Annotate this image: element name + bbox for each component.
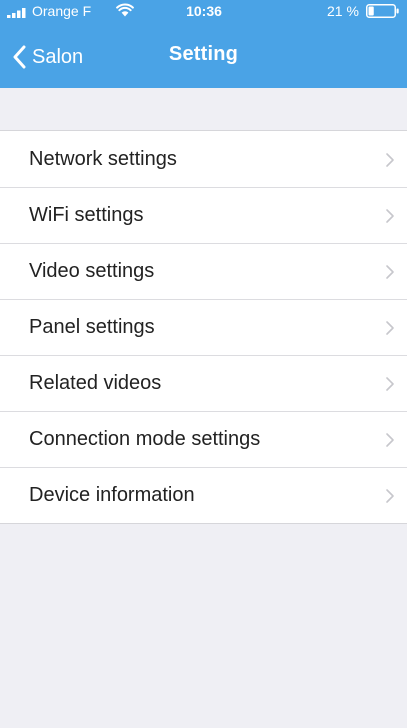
chevron-right-icon bbox=[386, 377, 394, 391]
settings-item-label: Related videos bbox=[29, 371, 162, 394]
navigation-bar: Salon Setting bbox=[0, 24, 407, 88]
settings-item-panel[interactable]: Panel settings bbox=[0, 299, 407, 355]
settings-item-video[interactable]: Video settings bbox=[0, 243, 407, 299]
settings-item-label: Panel settings bbox=[29, 315, 155, 338]
settings-item-label: Network settings bbox=[29, 147, 177, 170]
settings-item-device-information[interactable]: Device information bbox=[0, 467, 407, 523]
settings-item-connection-mode[interactable]: Connection mode settings bbox=[0, 411, 407, 467]
status-bar: Orange F 10:36 21 % bbox=[0, 0, 407, 24]
settings-item-label: Video settings bbox=[29, 259, 155, 282]
signal-bars-icon bbox=[7, 8, 26, 18]
wifi-icon bbox=[116, 3, 134, 17]
chevron-right-icon bbox=[386, 433, 394, 447]
header: Orange F 10:36 21 % Salon Setting bbox=[0, 0, 407, 88]
settings-item-label: Device information bbox=[29, 483, 195, 506]
battery-percentage: 21 % bbox=[327, 3, 359, 19]
battery-icon bbox=[366, 4, 399, 18]
chevron-right-icon bbox=[386, 265, 394, 279]
settings-item-related-videos[interactable]: Related videos bbox=[0, 355, 407, 411]
page-title: Setting bbox=[168, 43, 239, 65]
settings-list: Network settings WiFi settings Video set… bbox=[0, 130, 407, 524]
chevron-right-icon bbox=[386, 209, 394, 223]
clock: 10:36 bbox=[186, 3, 222, 19]
settings-item-label: WiFi settings bbox=[29, 203, 144, 226]
chevron-right-icon bbox=[386, 153, 394, 167]
chevron-right-icon bbox=[386, 489, 394, 503]
settings-item-network[interactable]: Network settings bbox=[0, 131, 407, 187]
carrier-name: Orange F bbox=[32, 3, 92, 19]
chevron-right-icon bbox=[386, 321, 394, 335]
settings-item-label: Connection mode settings bbox=[29, 427, 261, 450]
settings-item-wifi[interactable]: WiFi settings bbox=[0, 187, 407, 243]
